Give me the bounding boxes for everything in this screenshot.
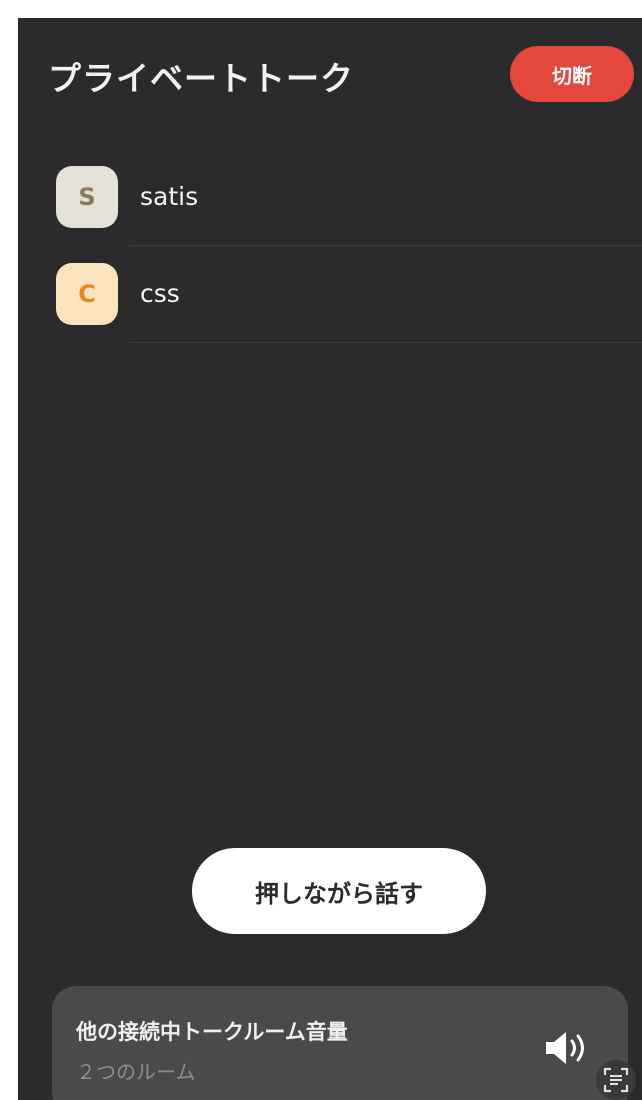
avatar: C xyxy=(56,263,118,325)
member-name: satis xyxy=(140,182,199,211)
volume-title: 他の接続中トークルーム音量 xyxy=(76,1020,348,1044)
private-talk-screen: プライベートトーク 切断 S satis C css 押しながら話す 他の接続中… xyxy=(18,18,642,1100)
push-to-talk-button[interactable]: 押しながら話す xyxy=(192,848,486,934)
divider xyxy=(130,342,642,343)
page-title: プライベートトーク xyxy=(48,59,354,98)
other-rooms-volume-card[interactable]: 他の接続中トークルーム音量 ２つのルーム xyxy=(52,986,628,1100)
member-row[interactable]: C css xyxy=(18,246,642,344)
avatar: S xyxy=(56,166,118,228)
volume-subtitle: ２つのルーム xyxy=(76,1060,196,1084)
speaker-volume-icon[interactable] xyxy=(542,1028,592,1068)
member-name: css xyxy=(140,279,180,308)
scan-text-icon[interactable] xyxy=(596,1060,636,1100)
hangup-button[interactable]: 切断 xyxy=(510,46,634,102)
member-row[interactable]: S satis xyxy=(18,148,642,246)
